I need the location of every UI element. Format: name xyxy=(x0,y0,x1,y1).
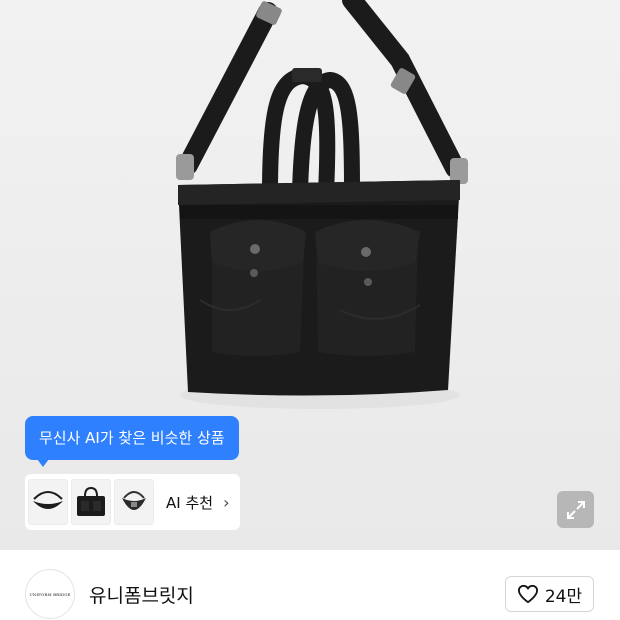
brand-logo-text: UNIFORM BRIDGE xyxy=(29,591,71,597)
chevron-right-icon: › xyxy=(223,492,230,512)
product-image xyxy=(176,0,468,409)
ai-thumbnail-shoulder-bag[interactable] xyxy=(28,479,68,525)
heart-icon xyxy=(517,584,538,604)
tote-bag-thumb-icon xyxy=(77,486,105,516)
hobo-bag-thumb-icon xyxy=(122,491,146,510)
brand-logo[interactable]: UNIFORM BRIDGE xyxy=(25,569,75,619)
brand-bar: UNIFORM BRIDGE 유니폼브릿지 24만 xyxy=(0,550,620,620)
ai-recommend-card[interactable]: AI 추천 › xyxy=(25,474,240,530)
ai-thumbnail-tote-bag[interactable] xyxy=(71,479,111,525)
like-button[interactable]: 24만 xyxy=(505,576,594,612)
ai-thumbnail-hobo-bag[interactable] xyxy=(114,479,154,525)
expand-image-button[interactable] xyxy=(557,491,594,528)
like-count: 24만 xyxy=(544,586,583,607)
shoulder-bag-thumb-icon xyxy=(33,491,63,509)
ai-recommend-label[interactable]: AI 추천 xyxy=(166,492,213,513)
ai-recommend-tooltip: 무신사 AI가 찾은 비슷한 상품 xyxy=(25,416,239,467)
ai-recommend-tooltip-text: 무신사 AI가 찾은 비슷한 상품 xyxy=(39,429,225,447)
product-image-area[interactable]: 무신사 AI가 찾은 비슷한 상품 AI 추천 › xyxy=(0,0,620,550)
brand-name[interactable]: 유니폼브릿지 xyxy=(89,581,194,608)
expand-icon xyxy=(566,500,585,519)
